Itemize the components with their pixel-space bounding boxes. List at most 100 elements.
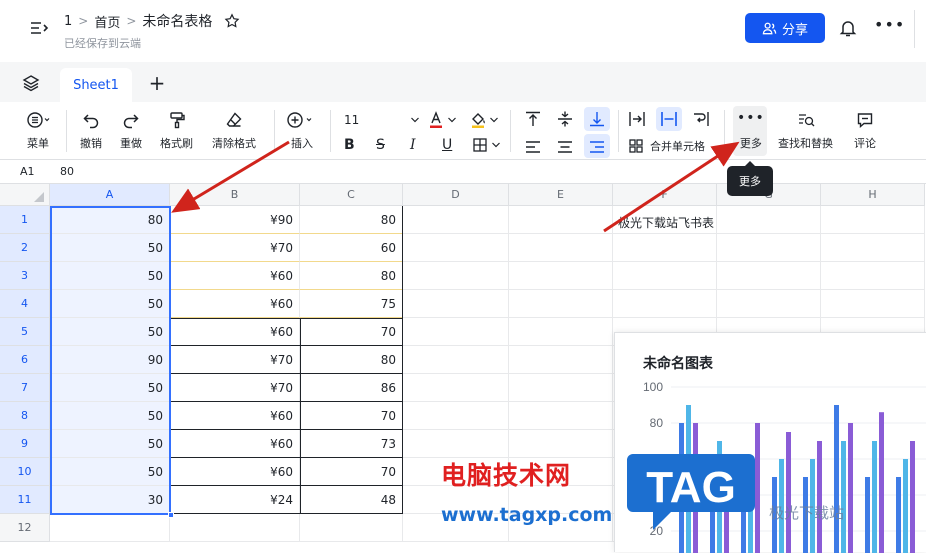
cell-c3[interactable]: 80 [300, 262, 403, 290]
fill-color-button[interactable] [470, 110, 502, 130]
cell-f2[interactable] [613, 234, 717, 262]
cell-reference[interactable]: A1 [20, 165, 35, 178]
redo-button[interactable]: 重做 [120, 111, 142, 151]
cell-e8[interactable] [509, 402, 613, 430]
cell-b8[interactable]: ¥60 [170, 402, 300, 430]
cell-f3[interactable] [613, 262, 717, 290]
font-color-button[interactable] [428, 110, 460, 130]
format-painter-button[interactable]: 格式刷 [160, 111, 193, 151]
cell-h1[interactable] [821, 206, 925, 234]
row-header-4[interactable]: 4 [0, 290, 50, 318]
tab-sheet1[interactable]: Sheet1 [60, 68, 132, 102]
cell-a1[interactable]: 80 [50, 206, 170, 234]
cell-c10[interactable]: 70 [300, 458, 403, 486]
column-header-c[interactable]: C [300, 184, 403, 206]
cell-b4[interactable]: ¥60 [170, 290, 300, 318]
formula-input[interactable]: 80 [60, 165, 74, 178]
cell-e1[interactable] [509, 206, 613, 234]
breadcrumb-home[interactable]: 首页 [94, 12, 120, 31]
cell-a8[interactable]: 50 [50, 402, 170, 430]
cell-c11[interactable]: 48 [300, 486, 403, 514]
cell-c9[interactable]: 73 [300, 430, 403, 458]
row-header-1[interactable]: 1 [0, 206, 50, 234]
cell-g3[interactable] [717, 262, 821, 290]
cell-b7[interactable]: ¥70 [170, 374, 300, 402]
cell-d2[interactable] [403, 234, 509, 262]
cell-h3[interactable] [821, 262, 925, 290]
align-left-icon[interactable] [524, 138, 542, 156]
cell-b10[interactable]: ¥60 [170, 458, 300, 486]
add-sheet-icon[interactable]: + [146, 71, 168, 95]
column-header-f[interactable]: F [613, 184, 717, 206]
cell-d9[interactable] [403, 430, 509, 458]
clear-format-button[interactable]: 清除格式 [212, 111, 256, 151]
column-header-a[interactable]: A [50, 184, 170, 206]
cell-e9[interactable] [509, 430, 613, 458]
cell-d6[interactable] [403, 346, 509, 374]
cell-d3[interactable] [403, 262, 509, 290]
cell-g2[interactable] [717, 234, 821, 262]
cell-g4[interactable] [717, 290, 821, 318]
cell-d8[interactable] [403, 402, 509, 430]
text-wrap-icon[interactable] [692, 110, 710, 128]
comment-button[interactable]: 评论 [854, 111, 876, 151]
cell-d1[interactable] [403, 206, 509, 234]
font-size-select[interactable]: 11 [344, 110, 420, 130]
fill-handle[interactable] [168, 512, 174, 518]
cell-c7[interactable]: 86 [300, 374, 403, 402]
cell-c2[interactable]: 60 [300, 234, 403, 262]
align-right-icon[interactable] [588, 138, 606, 156]
bold-icon[interactable]: B [344, 137, 355, 153]
cell-c1[interactable]: 80 [300, 206, 403, 234]
align-center-icon[interactable] [556, 138, 574, 156]
cell-b5[interactable]: ¥60 [170, 318, 300, 346]
row-header-9[interactable]: 9 [0, 430, 50, 458]
cell-a12[interactable] [50, 514, 170, 542]
column-header-h[interactable]: H [821, 184, 925, 206]
cell-a10[interactable]: 50 [50, 458, 170, 486]
bell-icon[interactable] [838, 18, 858, 38]
cell-f1-text[interactable]: 极光下载站飞书表 [618, 214, 722, 231]
cell-g1[interactable] [717, 206, 821, 234]
menu-button[interactable]: 菜单 [22, 111, 54, 151]
align-bottom-icon[interactable] [588, 110, 606, 128]
cell-e6[interactable] [509, 346, 613, 374]
cell-a7[interactable]: 50 [50, 374, 170, 402]
cell-b1[interactable]: ¥90 [170, 206, 300, 234]
cell-a2[interactable]: 50 [50, 234, 170, 262]
doc-title[interactable]: 未命名表格 [142, 11, 212, 31]
insert-button[interactable]: 插入 [286, 111, 318, 151]
cell-d7[interactable] [403, 374, 509, 402]
merge-cells-button[interactable]: 合并单元格 [628, 138, 705, 154]
cell-b9[interactable]: ¥60 [170, 430, 300, 458]
row-header-2[interactable]: 2 [0, 234, 50, 262]
align-top-icon[interactable] [524, 110, 542, 128]
column-header-e[interactable]: E [509, 184, 613, 206]
align-middle-icon[interactable] [556, 110, 574, 128]
row-header-7[interactable]: 7 [0, 374, 50, 402]
cell-e2[interactable] [509, 234, 613, 262]
cell-e7[interactable] [509, 374, 613, 402]
cell-a3[interactable]: 50 [50, 262, 170, 290]
cell-c4[interactable]: 75 [300, 290, 403, 318]
share-button[interactable]: 分享 [745, 13, 825, 43]
cell-b12[interactable] [170, 514, 300, 542]
row-header-10[interactable]: 10 [0, 458, 50, 486]
column-header-d[interactable]: D [403, 184, 509, 206]
cell-b11[interactable]: ¥24 [170, 486, 300, 514]
cell-f4[interactable] [613, 290, 717, 318]
cell-d5[interactable] [403, 318, 509, 346]
star-icon[interactable] [224, 13, 240, 29]
row-header-5[interactable]: 5 [0, 318, 50, 346]
cell-c6[interactable]: 80 [300, 346, 403, 374]
cell-a9[interactable]: 50 [50, 430, 170, 458]
text-clip-icon[interactable] [660, 110, 678, 128]
cell-a5[interactable]: 50 [50, 318, 170, 346]
column-header-b[interactable]: B [170, 184, 300, 206]
border-button[interactable] [472, 137, 501, 153]
layers-icon[interactable] [22, 74, 40, 92]
cell-c5[interactable]: 70 [300, 318, 403, 346]
cell-e4[interactable] [509, 290, 613, 318]
row-header-11[interactable]: 11 [0, 486, 50, 514]
cell-a11[interactable]: 30 [50, 486, 170, 514]
